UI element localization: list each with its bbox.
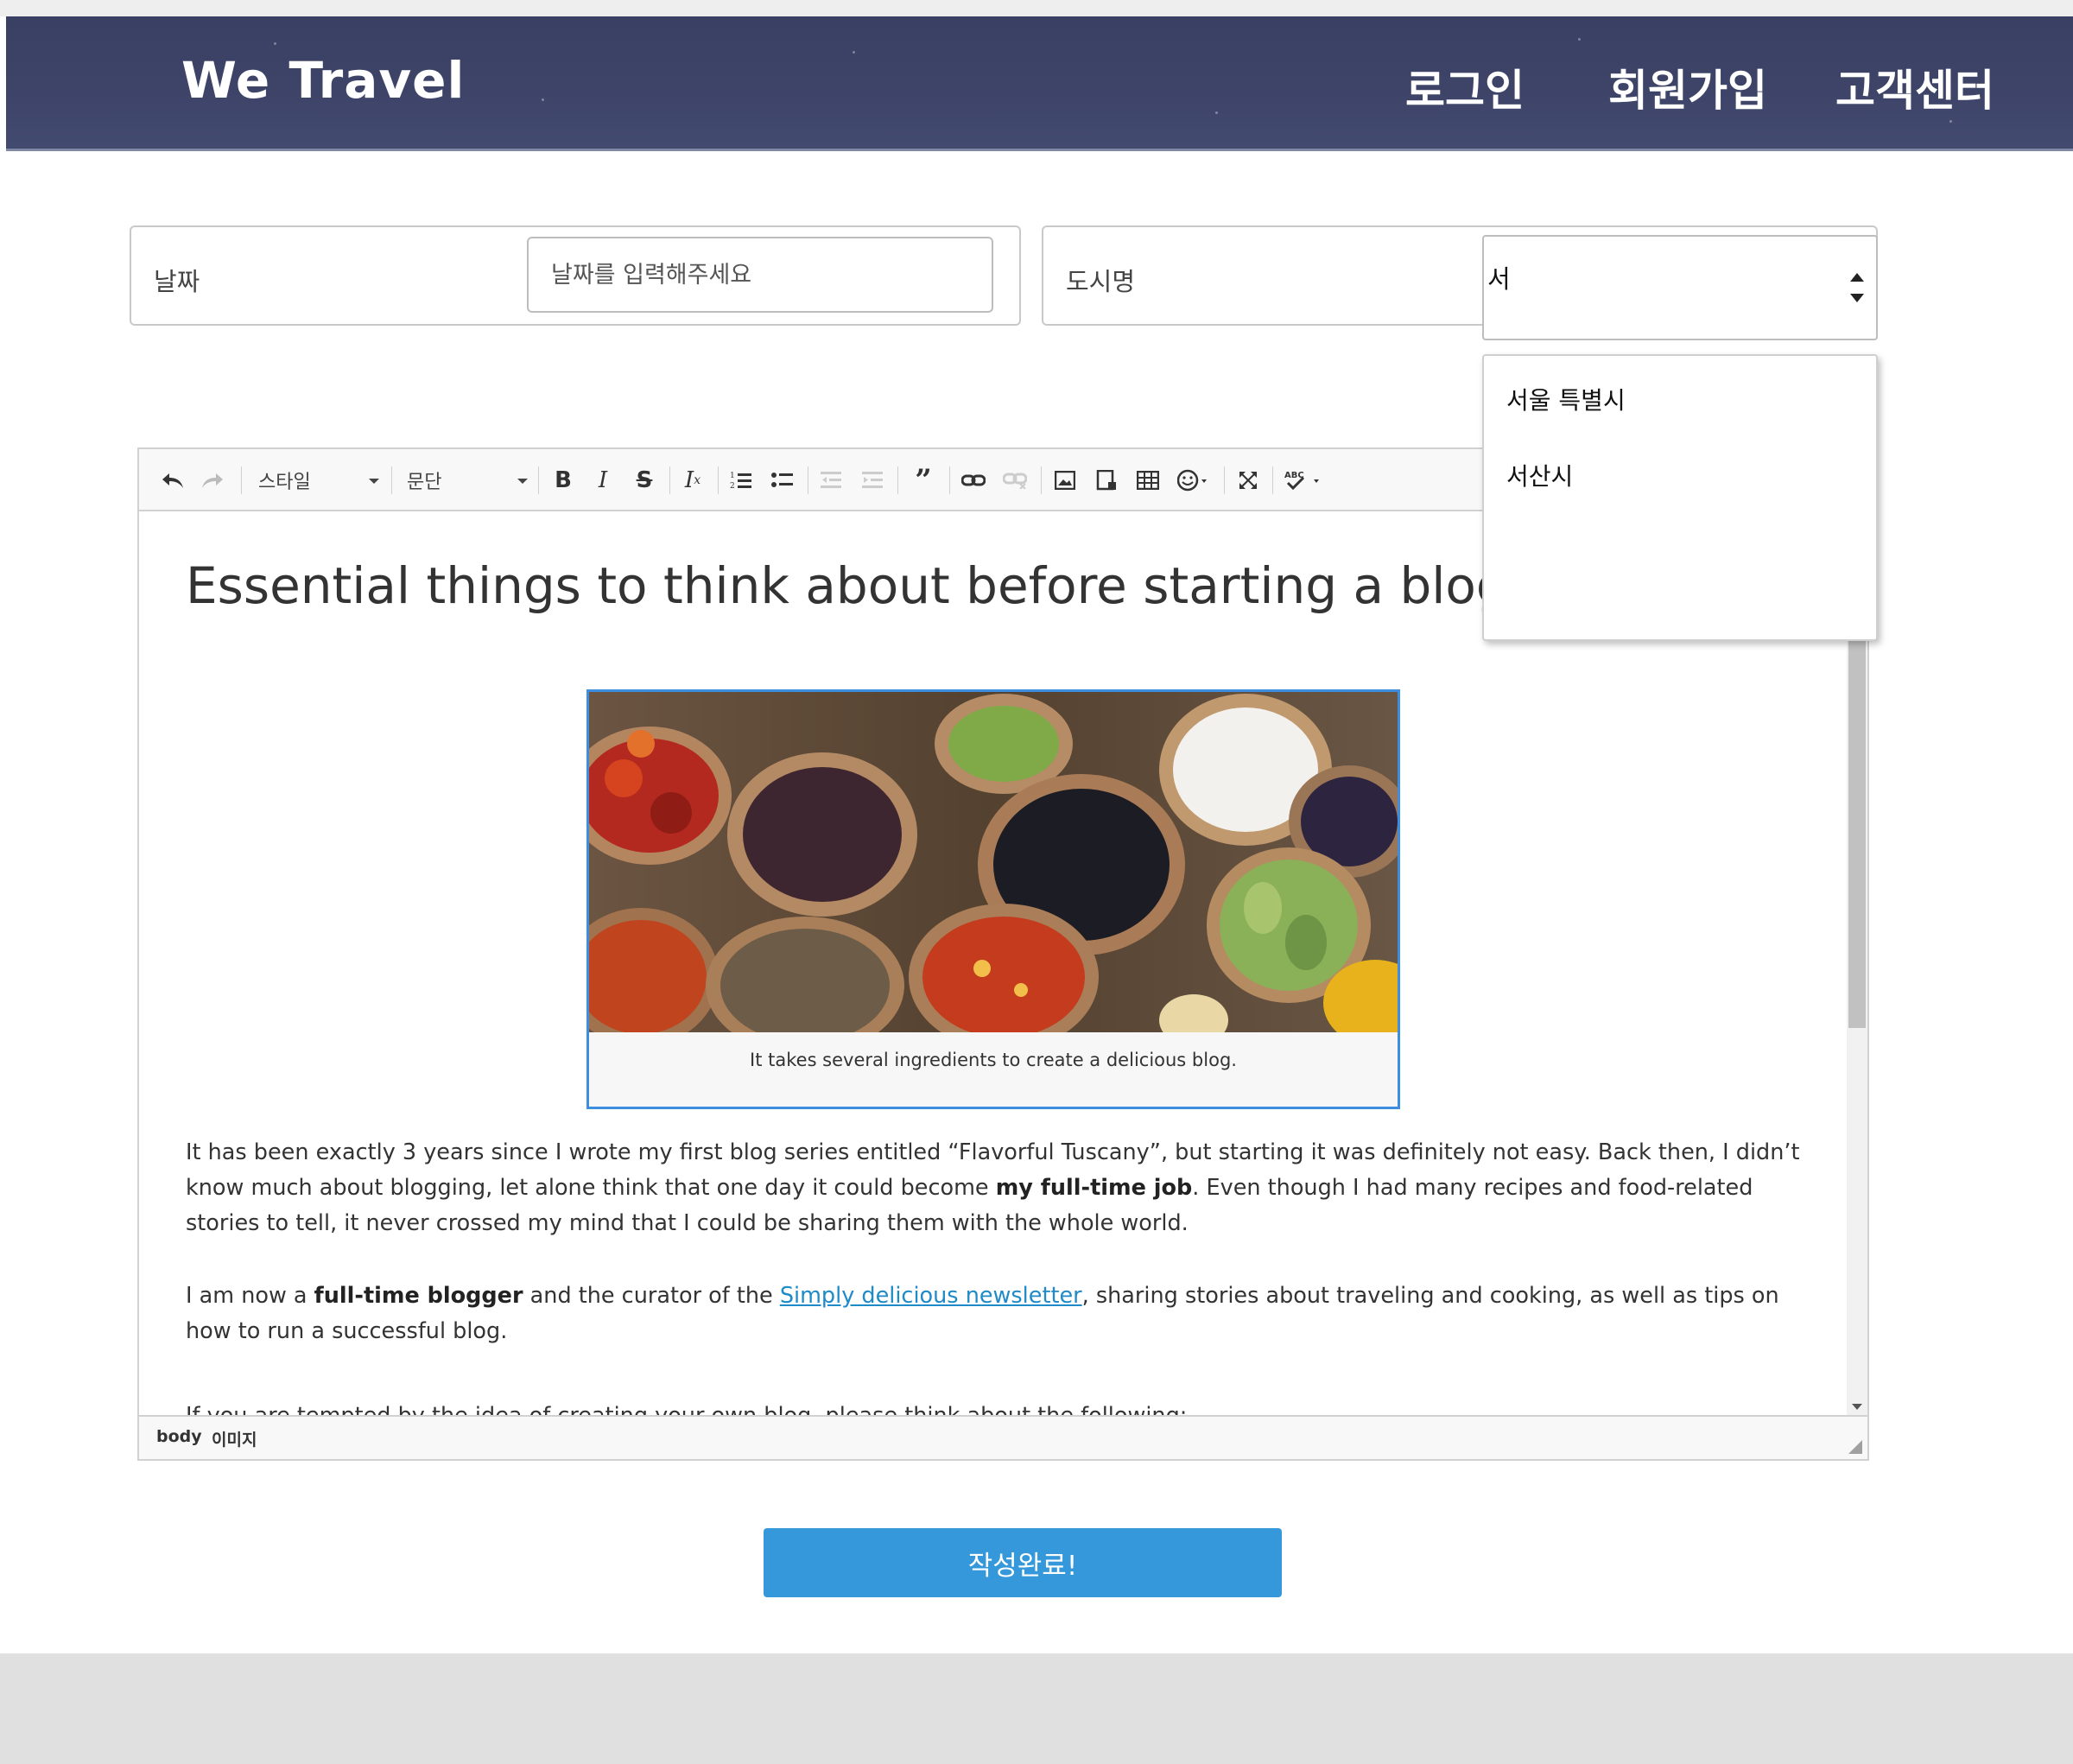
- city-option[interactable]: 서산시: [1506, 458, 1573, 492]
- site-header: We Travel 로그인 회원가입 고객센터: [6, 16, 2073, 151]
- paragraph-2-bold: full-time blogger: [314, 1283, 523, 1309]
- format-dropdown-label: 문단: [407, 472, 442, 493]
- editor-statusbar: body 이미지: [139, 1415, 1867, 1459]
- paragraph-2-text-a: I am now a: [186, 1283, 314, 1309]
- strike-icon[interactable]: S: [630, 465, 659, 496]
- numbered-list-icon[interactable]: 12: [726, 465, 756, 496]
- header-star: [1949, 120, 1952, 123]
- style-dropdown[interactable]: 스타일: [258, 465, 379, 496]
- outdent-icon[interactable]: [816, 465, 846, 496]
- redo-icon[interactable]: [198, 465, 227, 496]
- header-star: [1215, 111, 1218, 114]
- svg-text:2: 2: [730, 482, 735, 491]
- embed-icon[interactable]: [1091, 465, 1122, 496]
- city-select[interactable]: 서: [1482, 235, 1878, 340]
- path-image[interactable]: 이미지: [212, 1427, 257, 1450]
- link-icon[interactable]: [958, 465, 989, 496]
- submit-button[interactable]: 작성완료!: [764, 1528, 1282, 1597]
- blockquote-icon[interactable]: ”: [906, 463, 941, 498]
- remove-format-icon[interactable]: Ix: [678, 465, 707, 496]
- chevron-down-icon: [517, 479, 528, 484]
- newsletter-link[interactable]: Simply delicious newsletter: [780, 1283, 1082, 1309]
- paragraph-1[interactable]: It has been exactly 3 years since I wrot…: [186, 1135, 1810, 1241]
- date-input[interactable]: [527, 237, 993, 313]
- paragraph-1-bold: my full-time job: [995, 1175, 1193, 1201]
- header-star: [1578, 38, 1581, 41]
- bulleted-list-icon[interactable]: [768, 465, 797, 496]
- city-dropdown-list: 서울 특별시 서산시: [1482, 354, 1878, 641]
- header-star: [542, 98, 544, 101]
- nav-signup[interactable]: 회원가입: [1608, 56, 1767, 118]
- city-label: 도시명: [1066, 267, 1136, 296]
- date-label: 날짜: [154, 267, 200, 296]
- city-select-value: 서: [1487, 264, 1511, 294]
- header-star: [853, 51, 855, 54]
- svg-text:1: 1: [730, 472, 735, 480]
- site-logo[interactable]: We Travel: [181, 51, 465, 110]
- nav-login[interactable]: 로그인: [1405, 56, 1525, 118]
- editor-scrollbar[interactable]: [1847, 479, 1867, 1418]
- paragraph-2-text-b: and the curator of the: [523, 1283, 780, 1309]
- format-dropdown[interactable]: 문단: [407, 465, 528, 496]
- spellcheck-icon[interactable]: ABC: [1281, 465, 1329, 496]
- undo-icon[interactable]: [158, 465, 187, 496]
- document-title[interactable]: Essential things to think about before s…: [186, 556, 1508, 615]
- top-strip: [0, 0, 2073, 16]
- city-option[interactable]: 서울 특별시: [1506, 382, 1626, 416]
- paragraph-2[interactable]: I am now a full-time blogger and the cur…: [186, 1279, 1810, 1349]
- emoji-icon[interactable]: [1174, 465, 1215, 496]
- page-footer: [0, 1653, 2073, 1764]
- image-figure[interactable]: It takes several ingredients to create a…: [586, 689, 1400, 1109]
- nav-support[interactable]: 고객센터: [1835, 56, 1994, 118]
- bold-icon[interactable]: B: [548, 465, 578, 496]
- spinner-icon[interactable]: [1850, 273, 1864, 304]
- path-body[interactable]: body: [156, 1427, 202, 1446]
- editor-content[interactable]: Essential things to think about before s…: [139, 513, 1851, 1418]
- italic-icon[interactable]: I: [588, 465, 618, 496]
- image-icon[interactable]: [1049, 465, 1081, 496]
- image-caption[interactable]: It takes several ingredients to create a…: [589, 1050, 1398, 1070]
- style-dropdown-label: 스타일: [258, 472, 311, 493]
- scroll-down-icon[interactable]: [1852, 1404, 1862, 1410]
- indent-icon[interactable]: [858, 465, 887, 496]
- header-star: [274, 42, 276, 45]
- resize-grip-icon[interactable]: [1848, 1440, 1862, 1454]
- chevron-down-icon: [369, 479, 379, 484]
- table-icon[interactable]: [1132, 465, 1163, 496]
- maximize-icon[interactable]: [1233, 465, 1264, 496]
- spices-photo: [589, 692, 1398, 1032]
- unlink-icon[interactable]: [999, 465, 1030, 496]
